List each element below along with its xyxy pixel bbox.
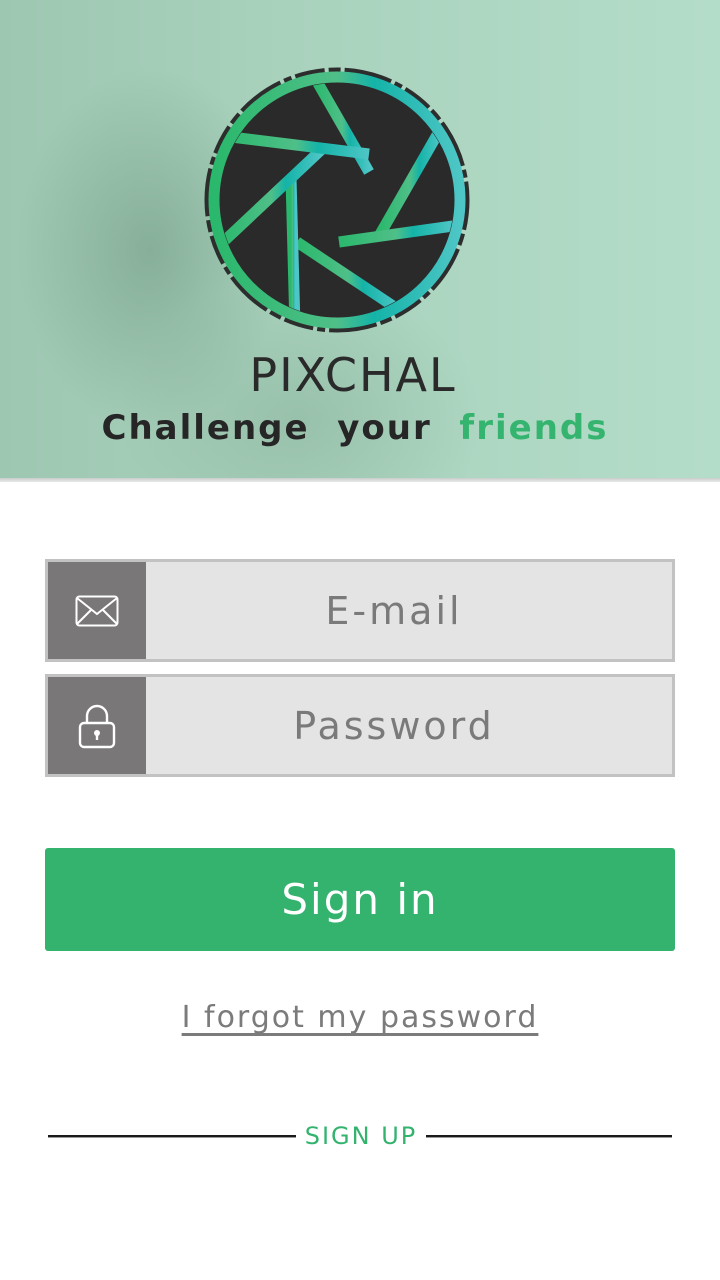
- forgot-password-link[interactable]: I forgot my password: [0, 1000, 720, 1035]
- app-title: PIXCHAL: [249, 348, 457, 402]
- email-field: [45, 559, 675, 662]
- padlock-icon: [48, 677, 146, 774]
- sign-up-row: SIGN UP: [0, 1118, 720, 1158]
- sign-up-link[interactable]: SIGN UP: [300, 1122, 422, 1150]
- header-banner: PIXCHAL Challenge your friends: [0, 0, 720, 478]
- header-divider: [0, 478, 720, 482]
- tagline-text: Challenge your: [101, 408, 460, 448]
- tagline-accent: friends: [459, 408, 609, 448]
- password-field: [45, 674, 675, 777]
- tagline: Challenge your friends: [0, 408, 710, 448]
- divider-line-right: [426, 1135, 672, 1138]
- camera-shutter-logo: [204, 67, 470, 333]
- envelope-icon: [48, 562, 146, 659]
- password-input[interactable]: [146, 677, 672, 774]
- sign-in-button[interactable]: Sign in: [45, 848, 675, 951]
- divider-line-left: [48, 1135, 296, 1138]
- email-input[interactable]: [146, 562, 672, 659]
